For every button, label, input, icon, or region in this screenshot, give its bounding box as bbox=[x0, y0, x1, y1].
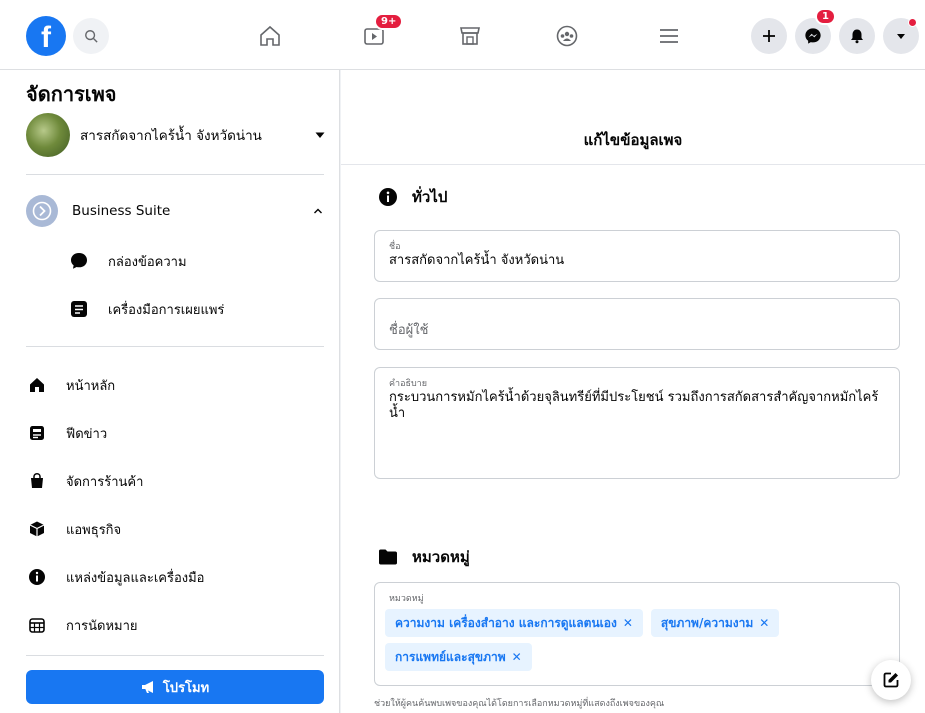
remove-chip-button[interactable]: ✕ bbox=[512, 650, 522, 664]
account-menu-button[interactable] bbox=[883, 18, 919, 54]
general-section-heading: ทั่วไป bbox=[378, 185, 447, 209]
cube-icon bbox=[26, 518, 48, 540]
category-heading-label: หมวดหมู่ bbox=[412, 548, 470, 566]
marketplace-nav-button[interactable] bbox=[456, 22, 484, 50]
sidebar-item-business-apps[interactable]: แอพธุรกิจ bbox=[26, 512, 324, 546]
category-chip-label: การแพทย์และสุขภาพ bbox=[395, 649, 506, 664]
notifications-button[interactable] bbox=[839, 18, 875, 54]
category-chip-list: ความงาม เครื่องสำอาง และการดูแลตนเอง ✕ ส… bbox=[385, 609, 889, 671]
megaphone-icon bbox=[141, 681, 153, 693]
page-name-field[interactable]: ชื่อ สารสกัดจากไคร้น้ำ จังหวัดน่าน bbox=[374, 230, 900, 282]
category-section-heading: หมวดหมู่ bbox=[378, 545, 470, 569]
page-title: แก้ไขข้อมูลเพจ bbox=[583, 131, 683, 149]
page-avatar bbox=[26, 113, 70, 157]
sidebar-item-shop[interactable]: จัดการร้านค้า bbox=[26, 464, 324, 498]
divider bbox=[26, 655, 324, 656]
business-suite-icon bbox=[26, 195, 58, 227]
plus-icon bbox=[763, 30, 775, 42]
sidebar-item-label: แอพธุรกิจ bbox=[66, 522, 122, 538]
divider bbox=[26, 174, 324, 175]
sidebar-item-label: กล่องข้อความ bbox=[108, 254, 187, 270]
sidebar-title: จัดการเพจ bbox=[26, 82, 117, 106]
field-label: หมวดหมู่ bbox=[389, 594, 424, 604]
search-icon bbox=[85, 30, 98, 43]
search-button[interactable] bbox=[73, 18, 109, 54]
category-chip: การแพทย์และสุขภาพ ✕ bbox=[385, 643, 532, 671]
home-nav-button[interactable] bbox=[256, 22, 284, 50]
category-chip: ความงาม เครื่องสำอาง และการดูแลตนเอง ✕ bbox=[385, 609, 643, 637]
category-field[interactable]: หมวดหมู่ ความงาม เครื่องสำอาง และการดูแล… bbox=[374, 582, 900, 686]
logo-letter: f bbox=[41, 21, 51, 54]
home-icon bbox=[260, 25, 280, 46]
watch-badge: 9+ bbox=[374, 13, 404, 30]
sidebar-item-appointments[interactable]: การนัดหมาย bbox=[26, 608, 324, 642]
category-chip: สุขภาพ/ความงาม ✕ bbox=[650, 609, 780, 637]
sidebar-item-label: แหล่งข้อมูลและเครื่องมือ bbox=[66, 570, 205, 586]
sidebar-item-label: จัดการร้านค้า bbox=[66, 474, 144, 490]
info-icon bbox=[26, 566, 48, 588]
sidebar-item-news-feed[interactable]: ฟีดข่าว bbox=[26, 416, 324, 450]
sidebar-item-home[interactable]: หน้าหลัก bbox=[26, 368, 324, 402]
message-bubble-icon bbox=[68, 250, 90, 272]
create-button[interactable] bbox=[751, 18, 787, 54]
category-helper-text: ช่วยให้ผู้คนค้นพบเพจของคุณได้โดยการเลือก… bbox=[374, 699, 665, 709]
chevron-up-icon bbox=[314, 208, 322, 214]
messenger-badge: 1 bbox=[815, 8, 836, 25]
general-heading-label: ทั่วไป bbox=[412, 188, 448, 206]
bell-icon bbox=[851, 29, 863, 44]
category-chip-label: สุขภาพ/ความงาม bbox=[660, 615, 754, 630]
page-selector[interactable]: สารสกัดจากไคร้น้ำ จังหวัดน่าน bbox=[26, 112, 326, 158]
promote-button[interactable]: โปรโมท bbox=[26, 670, 324, 704]
caret-down-icon bbox=[315, 132, 325, 138]
marketplace-icon bbox=[460, 27, 480, 45]
calendar-icon bbox=[26, 614, 48, 636]
groups-nav-button[interactable] bbox=[553, 22, 581, 50]
page-name-value: สารสกัดจากไคร้น้ำ จังหวัดน่าน bbox=[389, 253, 565, 268]
divider bbox=[26, 346, 324, 347]
folder-icon bbox=[378, 547, 398, 567]
sidebar-item-label: เครื่องมือการเผยแพร่ bbox=[108, 302, 225, 318]
menu-nav-button[interactable] bbox=[655, 22, 683, 50]
facebook-logo[interactable]: f bbox=[26, 16, 66, 56]
promote-label: โปรโมท bbox=[162, 680, 210, 696]
username-placeholder: ชื่อผู้ใช้ bbox=[389, 323, 429, 338]
field-label: ชื่อ bbox=[389, 242, 401, 252]
top-navigation-bar: f 9+ 1 bbox=[0, 0, 925, 70]
username-field[interactable]: ชื่อผู้ใช้ bbox=[374, 298, 900, 350]
watch-nav-button[interactable]: 9+ bbox=[360, 13, 404, 50]
manage-page-sidebar: จัดการเพจ สารสกัดจากไคร้น้ำ จังหวัดน่าน … bbox=[0, 70, 340, 713]
field-label: คำอธิบาย bbox=[389, 379, 428, 389]
remove-chip-button[interactable]: ✕ bbox=[623, 616, 633, 630]
divider bbox=[341, 164, 925, 165]
account-notification-dot bbox=[908, 18, 917, 27]
hamburger-menu-icon bbox=[660, 29, 678, 43]
info-icon bbox=[378, 187, 398, 207]
home-icon bbox=[26, 374, 48, 396]
publishing-tools-icon bbox=[68, 298, 90, 320]
caret-down-icon bbox=[897, 34, 905, 39]
sidebar-item-business-suite[interactable]: Business Suite bbox=[26, 194, 324, 228]
sidebar-item-resources[interactable]: แหล่งข้อมูลและเครื่องมือ bbox=[26, 560, 324, 594]
shop-bag-icon bbox=[26, 470, 48, 492]
remove-chip-button[interactable]: ✕ bbox=[759, 616, 769, 630]
sidebar-item-label: ฟีดข่าว bbox=[66, 426, 108, 442]
sidebar-item-publishing-tools[interactable]: เครื่องมือการเผยแพร่ bbox=[68, 292, 324, 326]
groups-icon bbox=[556, 25, 578, 47]
page-name: สารสกัดจากไคร้น้ำ จังหวัดน่าน bbox=[80, 128, 262, 144]
compose-icon bbox=[883, 672, 899, 688]
edit-page-info-panel: แก้ไขข้อมูลเพจ ทั่วไป ชื่อ สารสกัดจากไคร… bbox=[341, 70, 925, 713]
description-field[interactable]: คำอธิบาย กระบวนการหมักไคร้น้ำด้วยจุลินทร… bbox=[374, 367, 900, 479]
compose-button[interactable] bbox=[871, 660, 911, 700]
messenger-icon bbox=[805, 28, 821, 44]
messenger-button[interactable]: 1 bbox=[795, 8, 836, 54]
description-value: กระบวนการหมักไคร้น้ำด้วยจุลินทรีย์ที่มีป… bbox=[389, 390, 879, 421]
category-chip-label: ความงาม เครื่องสำอาง และการดูแลตนเอง bbox=[395, 615, 617, 630]
business-suite-label: Business Suite bbox=[72, 203, 171, 219]
sidebar-item-inbox[interactable]: กล่องข้อความ bbox=[68, 244, 324, 278]
sidebar-item-label: หน้าหลัก bbox=[66, 378, 116, 394]
sidebar-item-label: การนัดหมาย bbox=[66, 618, 138, 634]
news-feed-icon bbox=[26, 422, 48, 444]
